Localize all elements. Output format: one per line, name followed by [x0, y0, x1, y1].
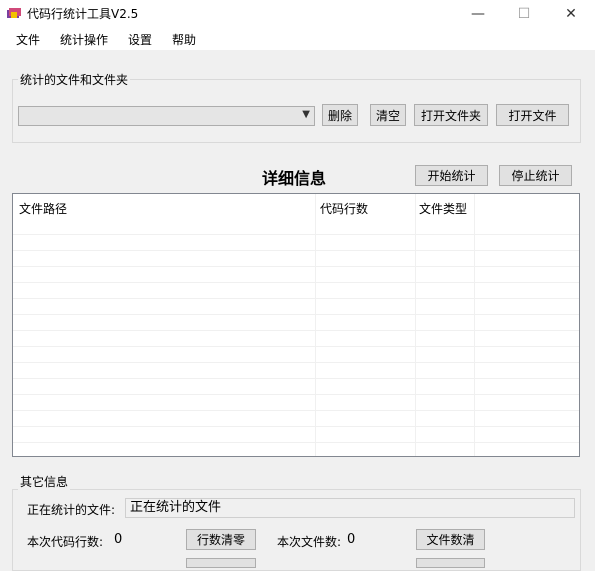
file-count-label: 本次文件数:	[277, 535, 342, 549]
row-gridline	[13, 378, 579, 379]
open-folder-button[interactable]: 打开文件夹	[414, 104, 488, 126]
close-button[interactable]: ✕	[548, 0, 594, 28]
row-gridline	[13, 298, 579, 299]
file-table[interactable]: 文件路径 代码行数 文件类型	[12, 193, 580, 457]
minimize-button[interactable]: —	[455, 0, 501, 28]
row-gridline	[13, 234, 579, 235]
file-count-value: 0	[347, 532, 356, 547]
row-gridline	[13, 410, 579, 411]
clear-button[interactable]: 清空	[370, 104, 406, 126]
menu-help[interactable]: 帮助	[172, 31, 196, 48]
current-file-field: 正在统计的文件	[125, 498, 575, 518]
files-group-title: 统计的文件和文件夹	[18, 71, 131, 88]
row-gridline	[13, 442, 579, 443]
row-gridline	[13, 346, 579, 347]
cut-off-button[interactable]	[416, 558, 485, 568]
line-count-label: 本次代码行数:	[27, 535, 104, 549]
row-gridline	[13, 394, 579, 395]
window-title: 代码行统计工具V2.5	[27, 7, 139, 21]
menu-settings[interactable]: 设置	[128, 31, 152, 48]
app-icon	[7, 8, 21, 18]
column-header-lines[interactable]: 代码行数	[320, 200, 368, 217]
detail-title: 详细信息	[262, 169, 327, 188]
start-stats-button[interactable]: 开始统计	[415, 165, 488, 186]
row-gridline	[13, 362, 579, 363]
maximize-button[interactable]: ☐	[501, 0, 547, 28]
reset-lines-button[interactable]: 行数清零	[186, 529, 256, 550]
cut-off-button[interactable]	[186, 558, 256, 568]
row-gridline	[13, 314, 579, 315]
row-gridline	[13, 330, 579, 331]
reset-files-button[interactable]: 文件数清	[416, 529, 485, 550]
row-gridline	[13, 282, 579, 283]
open-file-button[interactable]: 打开文件	[496, 104, 569, 126]
row-gridline	[13, 250, 579, 251]
stop-stats-button[interactable]: 停止统计	[499, 165, 572, 186]
line-count-value: 0	[114, 532, 123, 547]
file-combobox[interactable]: ▼	[18, 106, 315, 126]
column-header-path[interactable]: 文件路径	[19, 200, 67, 217]
delete-button[interactable]: 删除	[322, 104, 358, 126]
chevron-down-icon[interactable]: ▼	[302, 109, 310, 120]
menu-stats-ops[interactable]: 统计操作	[60, 31, 108, 48]
current-file-label: 正在统计的文件:	[27, 503, 116, 517]
row-gridline	[13, 266, 579, 267]
other-info-title: 其它信息	[18, 473, 71, 490]
row-gridline	[13, 426, 579, 427]
column-header-type[interactable]: 文件类型	[419, 200, 467, 217]
menu-file[interactable]: 文件	[16, 31, 40, 48]
